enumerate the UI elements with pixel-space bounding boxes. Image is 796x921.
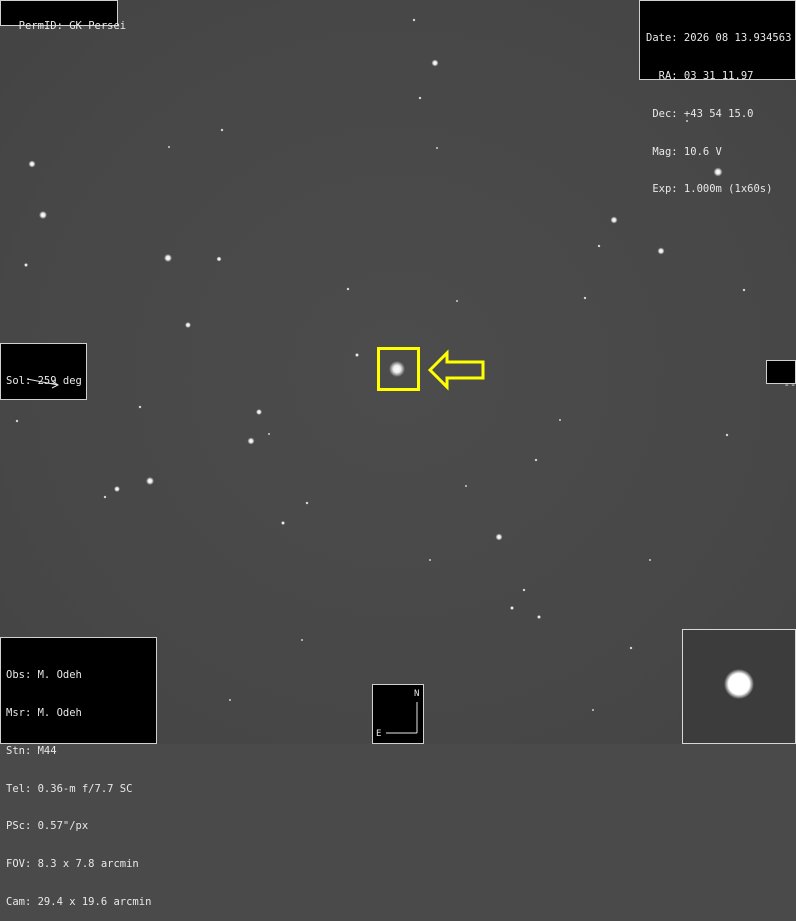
tel-text: Tel: 0.36-m f/7.7 SC bbox=[6, 782, 133, 795]
sun-direction-arrow-icon bbox=[26, 378, 59, 389]
field-star bbox=[267, 432, 271, 436]
target-highlight-box bbox=[377, 347, 420, 391]
field-star bbox=[455, 299, 459, 303]
permid-label: PermID: GK Persei bbox=[0, 0, 126, 32]
ra-text: RA: 03 31 11.97 bbox=[646, 69, 754, 82]
field-star bbox=[610, 216, 618, 224]
target-pointer-arrow-icon bbox=[427, 349, 485, 391]
fov-text: FOV: 8.3 x 7.8 arcmin bbox=[6, 858, 139, 871]
observer-details-panel: Obs: M. Odeh Msr: M. Odeh Stn: M44 Tel: … bbox=[0, 637, 157, 908]
field-star bbox=[591, 708, 595, 712]
field-star bbox=[431, 59, 439, 67]
permid-text: PermID: GK Persei bbox=[18, 19, 127, 32]
field-star bbox=[39, 211, 47, 219]
field-star bbox=[534, 458, 538, 462]
orientation-compass: N E bbox=[372, 684, 424, 744]
field-star bbox=[464, 484, 468, 488]
field-star bbox=[164, 254, 172, 262]
field-star bbox=[537, 615, 541, 619]
zoomed-target-star bbox=[724, 669, 754, 699]
field-star bbox=[146, 477, 154, 485]
field-star bbox=[742, 288, 746, 292]
field-star bbox=[412, 18, 416, 22]
field-star bbox=[657, 247, 665, 255]
mag-text: Mag: 10.6 V bbox=[646, 145, 722, 158]
field-star bbox=[247, 437, 255, 445]
field-star bbox=[428, 558, 432, 562]
field-star bbox=[256, 409, 262, 415]
field-star bbox=[114, 486, 120, 492]
field-star bbox=[103, 495, 107, 499]
field-star bbox=[495, 533, 503, 541]
field-star bbox=[418, 96, 422, 100]
field-star bbox=[355, 353, 359, 357]
field-star bbox=[167, 145, 171, 149]
field-star bbox=[597, 244, 601, 248]
field-star bbox=[558, 418, 562, 422]
side-indicator-text: --- bbox=[783, 378, 796, 391]
psc-text: PSc: 0.57"/px bbox=[6, 820, 89, 833]
field-star bbox=[28, 160, 36, 168]
field-star bbox=[24, 263, 28, 267]
stn-text: Stn: M44 bbox=[6, 744, 57, 757]
field-star bbox=[15, 419, 19, 423]
obs-text: Obs: M. Odeh bbox=[6, 669, 82, 682]
field-star bbox=[216, 256, 222, 262]
date-text: Date: 2026 08 13.934563 bbox=[646, 32, 792, 45]
sun-direction-panel: Sol: 259 deg bbox=[0, 343, 87, 400]
field-star bbox=[281, 521, 285, 525]
field-star bbox=[220, 128, 224, 132]
target-zoom-thumbnail bbox=[682, 629, 796, 744]
field-star bbox=[522, 588, 526, 592]
dec-text: Dec: +43 54 15.0 bbox=[646, 107, 754, 120]
compass-axes-icon bbox=[386, 702, 418, 734]
field-star bbox=[346, 287, 350, 291]
field-star bbox=[725, 433, 729, 437]
field-star bbox=[435, 146, 439, 150]
cam-text: Cam: 29.4 x 19.6 arcmin bbox=[6, 895, 152, 908]
field-star bbox=[185, 322, 191, 328]
msr-text: Msr: M. Odeh bbox=[6, 706, 82, 719]
field-star bbox=[138, 405, 142, 409]
field-star bbox=[510, 606, 514, 610]
field-star bbox=[629, 646, 633, 650]
field-star bbox=[583, 296, 587, 300]
observation-info-panel: Date: 2026 08 13.934563 RA: 03 31 11.97 … bbox=[639, 0, 796, 195]
field-star bbox=[305, 501, 309, 505]
exp-text: Exp: 1.000m (1x60s) bbox=[646, 183, 773, 196]
field-star bbox=[300, 638, 304, 642]
side-indicator: --- bbox=[766, 360, 796, 391]
field-star bbox=[648, 558, 652, 562]
field-star bbox=[228, 698, 232, 702]
